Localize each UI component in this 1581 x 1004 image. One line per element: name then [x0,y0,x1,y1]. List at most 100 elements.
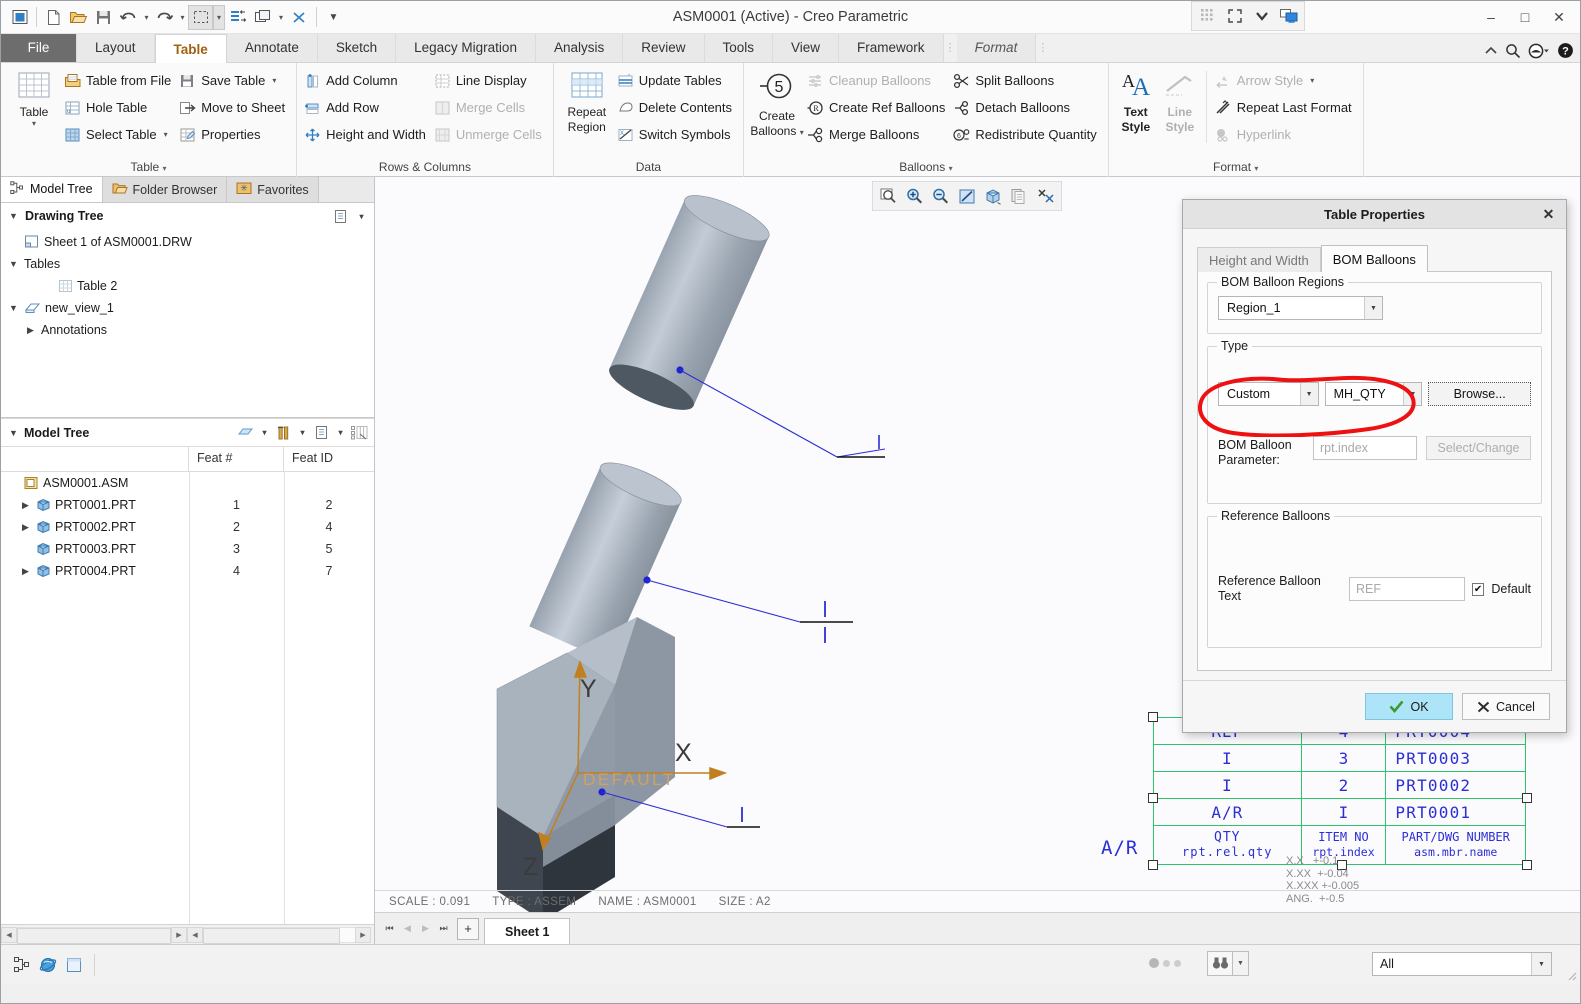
ribbon-tab-file[interactable]: File [1,34,77,62]
delete-contents-button[interactable]: Delete Contents [615,94,738,121]
chevron-down-icon[interactable]: ▾ [355,207,368,226]
twisty-icon[interactable]: ▼ [7,303,20,313]
model-tree-row[interactable]: ASM0001.ASM [1,472,374,494]
prev-sheet-icon[interactable]: ◀ [399,919,416,939]
chevron-down-icon[interactable]: ▼ [1299,383,1318,405]
chevron-down-icon[interactable]: ▾ [32,119,36,128]
chevron-down-icon[interactable]: ▾ [949,164,953,173]
sheet-display-icon[interactable] [1006,183,1032,209]
window-switch-icon[interactable] [250,5,275,30]
view-filter-icon[interactable] [236,423,255,442]
redistribute-quantity-button[interactable]: 6 Redistribute Quantity [951,121,1102,148]
window-switch-dropdown-icon[interactable]: ▾ [275,5,287,30]
ribbon-tab-annotate[interactable]: Annotate [226,34,318,62]
balloon-type-select[interactable]: Custom ▼ [1218,382,1319,406]
repeat-region-button[interactable]: Repeat Region [559,67,615,134]
select-icon[interactable] [188,4,213,30]
zoom-area-icon[interactable] [876,183,902,209]
model-tree-row[interactable]: ▶ PRT0002.PRT 2 4 [1,516,374,538]
height-and-width-button[interactable]: Height and Width [302,121,432,148]
ribbon-tab-legacy-migration[interactable]: Legacy Migration [396,34,536,62]
chevron-down-icon[interactable] [1248,3,1275,29]
twisty-icon[interactable]: ▼ [7,259,20,269]
balloon-param-select[interactable]: MH_QTY ▼ [1324,382,1423,406]
last-sheet-icon[interactable]: ⏭ [435,919,452,939]
chevron-down-icon[interactable]: ▾ [164,130,168,139]
merge-balloons-button[interactable]: Merge Balloons [805,121,951,148]
navigator-tab-model-tree[interactable]: Model Tree [1,176,103,202]
close-button[interactable]: ✕ [1542,5,1576,29]
navigator-tab-favorites[interactable]: ✳ Favorites [227,177,319,202]
scroll-right-arrow-icon[interactable]: ▶ [355,926,371,943]
selection-handle[interactable] [1148,793,1158,803]
ribbon-tab-format[interactable]: Format [956,34,1037,62]
undo-dropdown-icon[interactable]: ▾ [141,5,152,30]
scroll-left-arrow-icon[interactable]: ◀ [1,926,17,943]
window-icon[interactable] [7,5,32,30]
spin-center-icon[interactable] [35,952,61,978]
twisty-icon[interactable]: ▶ [19,566,32,577]
chevron-down-icon[interactable]: ▾ [335,423,346,442]
model-tree-row[interactable]: PRT0003.PRT 3 5 [1,538,374,560]
detach-balloons-button[interactable]: Detach Balloons [951,94,1102,121]
table-from-file-button[interactable]: Table from File [62,67,177,94]
chevron-down-icon[interactable]: ▼ [1403,383,1422,405]
ribbon-tab-analysis[interactable]: Analysis [535,34,624,62]
navigator-tab-folder-browser[interactable]: Folder Browser [102,177,228,202]
bom-table-row[interactable]: I 3 PRT0003 [1153,744,1526,772]
scroll-left-arrow-icon[interactable]: ◀ [187,926,203,943]
chevron-down-icon[interactable]: ▾ [1254,164,1258,173]
chevron-down-icon[interactable]: ▼ [1364,297,1382,319]
model-tree-row[interactable]: ▶ PRT0001.PRT 1 2 [1,494,374,516]
switch-symbols-button[interactable]: X Switch Symbols [615,121,738,148]
update-tables-button[interactable]: Update Tables [615,67,738,94]
open-icon[interactable] [66,5,91,30]
find-dropdown-icon[interactable]: ▼ [1233,951,1249,976]
add-sheet-button[interactable]: + [457,917,479,940]
resize-grip-icon[interactable] [1565,969,1577,981]
tree-columns-icon[interactable] [350,423,369,442]
drawing-tree-node[interactable]: ▼ Tables [1,253,374,275]
drawing-tree-node[interactable]: ▶ Annotations [1,319,374,341]
redo-dropdown-icon[interactable]: ▾ [177,5,188,30]
ribbon-tab-tools[interactable]: Tools [704,34,774,62]
minimize-button[interactable]: – [1474,5,1508,29]
hole-table-button[interactable]: u Hole Table [62,94,177,121]
plane-display-icon[interactable] [61,952,87,978]
selection-handle[interactable] [1148,712,1158,722]
drawing-tree-node[interactable]: Sheet 1 of ASM0001.DRW [1,231,374,253]
zoom-in-icon[interactable] [902,183,928,209]
default-checkbox[interactable]: ✔ [1471,582,1485,596]
find-icon[interactable] [1207,951,1233,976]
table-grid-button[interactable]: Table ▾ [6,67,62,128]
select-table-button[interactable]: Select Table ▾ [62,121,177,148]
drawing-tree-node[interactable]: Table 2 [1,275,374,297]
datum-display-icon[interactable] [1032,183,1058,209]
table-properties-dialog[interactable]: Table Properties ✕ Height and Width BOM B… [1182,199,1567,733]
bom-balloon-parameter-input[interactable]: rpt.index [1313,436,1417,460]
display-style-icon[interactable] [980,183,1006,209]
maximize-button[interactable]: □ [1508,5,1542,29]
selection-handle[interactable] [1522,793,1532,803]
chevron-down-icon[interactable]: ▾ [259,423,270,442]
ribbon-tab-framework[interactable]: Framework [839,34,944,62]
split-balloons-button[interactable]: Split Balloons [951,67,1102,94]
browse-button[interactable]: Browse... [1428,382,1531,406]
ribbon-tab-table[interactable]: Table [154,34,227,63]
twisty-icon[interactable]: ▶ [19,500,32,511]
repeat-last-format-button[interactable]: Repeat Last Format [1213,94,1358,121]
chevron-down-icon[interactable]: ▾ [297,423,308,442]
collapse-twisty-icon[interactable]: ▼ [7,211,20,221]
display-icon[interactable] [1275,3,1302,29]
properties-button[interactable]: Properties [177,121,291,148]
ribbon-tab-layout[interactable]: Layout [77,34,155,62]
twisty-icon[interactable]: ▶ [19,522,32,533]
save-icon[interactable] [91,5,116,30]
cancel-button[interactable]: Cancel [1462,693,1550,720]
tools-icon[interactable] [274,423,293,442]
ribbon-tab-view[interactable]: View [773,34,840,62]
selection-filter-select[interactable]: All ▼ [1372,952,1552,976]
bom-table-row[interactable]: A/R I PRT0001 [1153,798,1526,826]
first-sheet-icon[interactable]: ⏮ [381,919,398,939]
fullscreen-icon[interactable] [1221,3,1248,29]
